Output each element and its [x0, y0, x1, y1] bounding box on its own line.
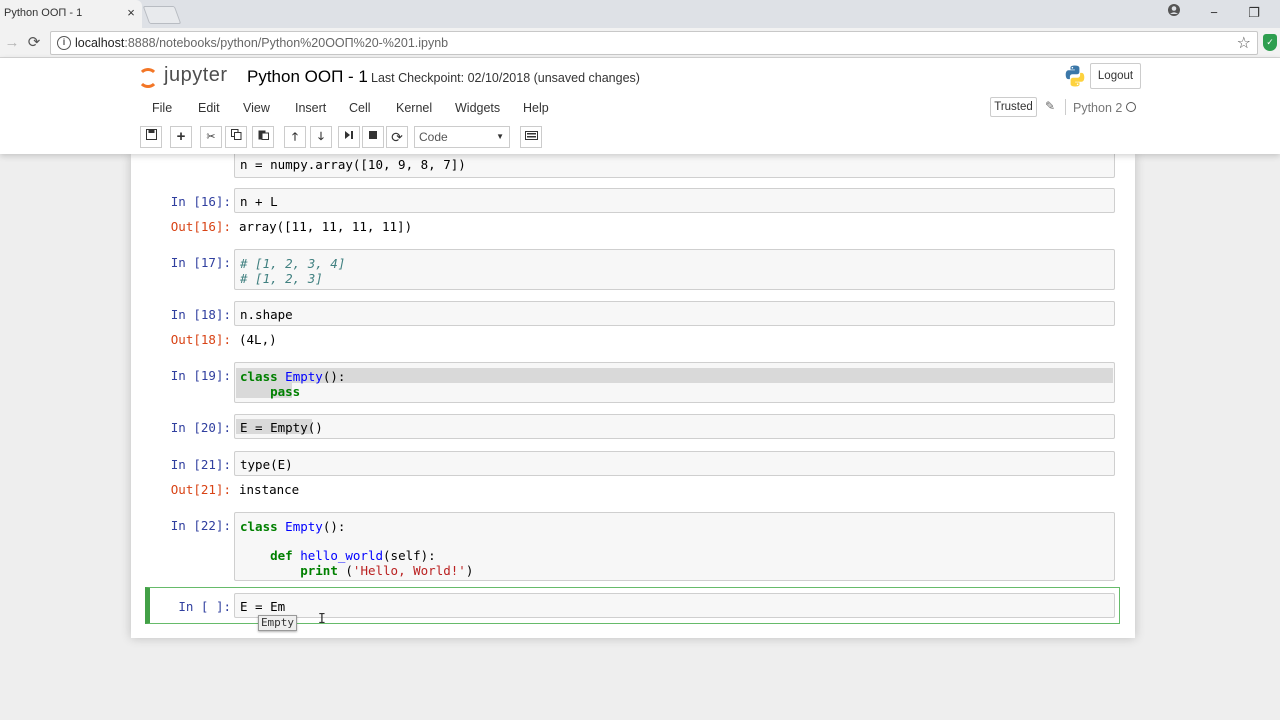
- chevron-down-icon: ▼: [496, 132, 504, 141]
- input-prompt: In [18]:: [170, 307, 231, 322]
- menu-edit[interactable]: Edit: [198, 101, 220, 115]
- code-cell-input[interactable]: n.shape: [234, 301, 1115, 326]
- input-prompt: In [22]:: [170, 518, 231, 533]
- cell-output: (4L,): [239, 332, 277, 347]
- logout-button[interactable]: Logout: [1090, 63, 1141, 89]
- refresh-icon[interactable]: ⟳: [386, 126, 408, 148]
- jupyter-header: jupyter Python ООП - 1 Last Checkpoint: …: [0, 58, 1280, 154]
- save-icon[interactable]: [140, 126, 162, 148]
- kernel-idle-icon: [1126, 102, 1136, 112]
- pencil-icon[interactable]: ✎: [1045, 99, 1055, 113]
- input-prompt: In [ ]:: [178, 599, 231, 614]
- cell-output: array([11, 11, 11, 11]): [239, 219, 413, 234]
- url-field[interactable]: i localhost:8888/notebooks/python/Python…: [50, 31, 1258, 55]
- new-tab-button[interactable]: [142, 6, 182, 24]
- code-cell-input[interactable]: type(E): [234, 451, 1115, 476]
- menu-widgets[interactable]: Widgets: [455, 101, 500, 115]
- text-cursor-icon: I: [318, 612, 326, 627]
- input-prompt: In [20]:: [170, 420, 231, 435]
- menu-view[interactable]: View: [243, 101, 270, 115]
- menu-insert[interactable]: Insert: [295, 101, 326, 115]
- tab-title: Python ООП - 1: [4, 7, 83, 19]
- code-line: print ('Hello, World!'): [300, 563, 474, 578]
- close-icon[interactable]: ×: [124, 5, 138, 21]
- browser-tab[interactable]: Python ООП - 1 ×: [0, 0, 142, 28]
- step-forward-icon[interactable]: [338, 126, 360, 148]
- code-line: class Empty():: [240, 519, 346, 534]
- arrow-up-icon[interactable]: 🡑: [284, 126, 306, 148]
- kernel-separator: [1065, 99, 1066, 115]
- jupyter-logo-icon: [138, 68, 158, 88]
- notebook-container: n = numpy.array([10, 9, 8, 7]) In [16]: …: [131, 144, 1135, 638]
- menu-kernel[interactable]: Kernel: [396, 101, 432, 115]
- code-line: E = Empty(): [240, 420, 323, 435]
- copy-icon[interactable]: [225, 126, 247, 148]
- input-prompt: In [17]:: [170, 255, 231, 270]
- code-line: def hello_world(self):: [270, 548, 436, 563]
- back-arrow-icon[interactable]: →: [2, 33, 22, 53]
- input-prompt: In [16]:: [170, 194, 231, 209]
- menu-help[interactable]: Help: [523, 101, 549, 115]
- cell-output: instance: [239, 482, 300, 497]
- bookmark-star-icon[interactable]: ☆: [1237, 33, 1251, 53]
- reload-icon[interactable]: ⟳: [24, 33, 44, 53]
- code-line: class Empty():: [240, 369, 346, 384]
- python-logo-icon: [1063, 64, 1087, 88]
- trusted-indicator[interactable]: Trusted: [990, 97, 1037, 117]
- code-cell-input[interactable]: n + L: [234, 188, 1115, 213]
- code-line: E = Em: [240, 599, 286, 614]
- code-comment: # [1, 2, 3]: [240, 271, 323, 286]
- code-line: pass: [270, 384, 301, 399]
- stop-icon[interactable]: [362, 126, 384, 148]
- selection-highlight: [236, 368, 1113, 383]
- extension-shield-icon[interactable]: ✓: [1263, 34, 1277, 51]
- code-cell-input[interactable]: class Empty(): def hello_world(self): pr…: [234, 512, 1115, 581]
- arrow-down-icon[interactable]: 🡓: [310, 126, 332, 148]
- code-comment: # [1, 2, 3, 4]: [240, 256, 346, 271]
- notebook-name[interactable]: Python ООП - 1: [247, 67, 368, 87]
- menubar: File Edit View Insert Cell Kernel Widget…: [140, 94, 1140, 120]
- jupyter-logo[interactable]: jupyter: [138, 64, 238, 90]
- code-cell-input[interactable]: E = Empty(): [234, 414, 1115, 439]
- code-line: n = numpy.array([10, 9, 8, 7]): [240, 157, 466, 172]
- keyboard-icon[interactable]: [520, 126, 542, 148]
- code-line: n + L: [240, 194, 278, 209]
- url-text: localhost:8888/notebooks/python/Python%2…: [75, 36, 449, 50]
- code-line: type(E): [240, 457, 293, 472]
- kernel-name: Python 2: [1073, 101, 1123, 115]
- menu-file[interactable]: File: [152, 101, 172, 115]
- cut-icon[interactable]: ✂: [200, 126, 222, 148]
- user-profile-icon[interactable]: [1156, 2, 1192, 24]
- code-cell-input[interactable]: class Empty(): pass: [234, 362, 1115, 403]
- cell-type-select[interactable]: Code ▼: [414, 126, 510, 148]
- output-prompt: Out[21]:: [170, 482, 231, 497]
- output-prompt: Out[16]:: [170, 219, 231, 234]
- paste-icon[interactable]: [252, 126, 274, 148]
- menu-cell[interactable]: Cell: [349, 101, 371, 115]
- input-prompt: In [19]:: [170, 368, 231, 383]
- maximize-button[interactable]: ❐: [1236, 2, 1272, 24]
- input-prompt: In [21]:: [170, 457, 231, 472]
- info-icon[interactable]: i: [57, 36, 71, 50]
- code-cell-input[interactable]: # [1, 2, 3, 4] # [1, 2, 3]: [234, 249, 1115, 290]
- plus-icon[interactable]: +: [170, 126, 192, 148]
- notebook-toolbar: + ✂ 🡑 🡓 ⟳ Code ▼: [140, 124, 1140, 150]
- autocomplete-suggestion[interactable]: Empty: [258, 615, 297, 631]
- code-cell-editor[interactable]: E = Em: [234, 593, 1115, 618]
- minimize-button[interactable]: −: [1196, 2, 1232, 24]
- checkpoint-status: Last Checkpoint: 02/10/2018 (unsaved cha…: [371, 71, 640, 85]
- code-line: n.shape: [240, 307, 293, 322]
- output-prompt: Out[18]:: [170, 332, 231, 347]
- address-bar: → ⟳ i localhost:8888/notebooks/python/Py…: [0, 28, 1280, 58]
- browser-tabbar: Python ООП - 1 × − ❐: [0, 0, 1280, 28]
